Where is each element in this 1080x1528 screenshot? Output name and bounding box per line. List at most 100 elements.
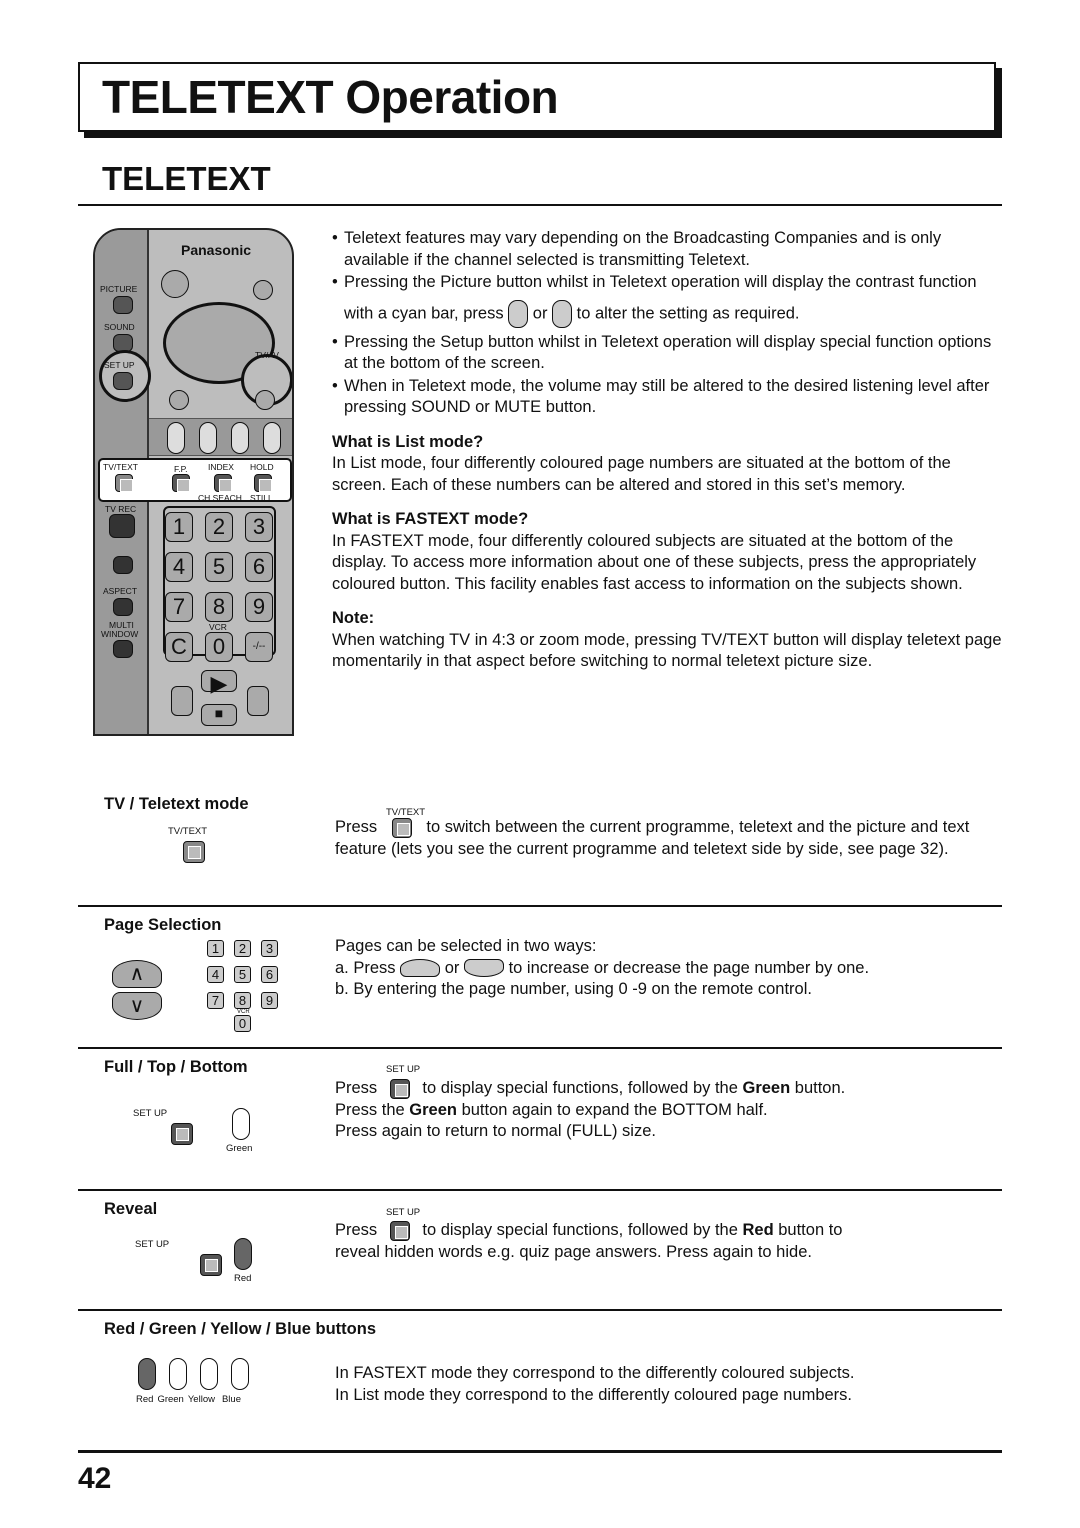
setup-button-icon — [389, 1078, 410, 1099]
tv-button — [169, 390, 189, 410]
divider — [78, 204, 1002, 206]
key-9: 9 — [261, 992, 278, 1009]
brand-logo: Panasonic — [181, 242, 252, 258]
rewind-button — [171, 686, 193, 716]
key-4: 4 — [165, 552, 193, 582]
intro-bullet: When in Teletext mode, the volume may st… — [332, 376, 1004, 419]
list-mode-text: In List mode, four differently coloured … — [332, 454, 951, 494]
minus-button-icon — [508, 299, 529, 328]
down-button-icon — [463, 959, 504, 978]
text: Press — [335, 818, 378, 836]
key-c: C — [165, 632, 193, 662]
play-button: ▶ — [201, 670, 237, 696]
multi-window-button — [113, 640, 133, 658]
setup-button-icon — [389, 1220, 410, 1241]
page-selection-text: Pages can be selected in two ways: a. Pr… — [335, 936, 1005, 1001]
section-heading: TELETEXT — [102, 160, 271, 197]
red-button-icon — [234, 1238, 252, 1270]
tvtext-button-icon — [391, 817, 412, 838]
hold-key — [254, 474, 272, 492]
tvtext-key — [115, 474, 133, 492]
colour-buttons-icon — [138, 1358, 249, 1390]
reveal-title: Reveal — [104, 1200, 158, 1218]
setup-button-icon — [199, 1254, 222, 1276]
intro-bullet: Pressing the Setup button whilst in Tele… — [332, 332, 1004, 375]
blue-label: Blue — [221, 1394, 241, 1405]
text: Red — [742, 1221, 774, 1239]
page-number: 42 — [78, 1462, 112, 1495]
green-button-icon — [232, 1108, 250, 1140]
setup-button-icon — [171, 1123, 194, 1145]
red-button — [167, 422, 185, 454]
power-button — [161, 270, 189, 298]
text: reveal hidden words e.g. quiz page answe… — [335, 1242, 812, 1261]
still-label: STILL — [250, 493, 273, 503]
text: Press — [335, 1221, 378, 1239]
intro-bullet: Pressing the Picture button whilst in Te… — [332, 272, 1004, 294]
record-button — [109, 514, 135, 538]
list-mode-heading: What is List mode? — [332, 432, 484, 451]
text: to increase or decrease the page number … — [508, 958, 870, 977]
blue-button — [263, 422, 281, 454]
text: In FASTEXT mode they correspond to the d… — [335, 1364, 855, 1382]
picture-label: PICTURE — [100, 284, 138, 294]
key-9: 9 — [245, 592, 273, 622]
key-5: 5 — [205, 552, 233, 582]
divider — [78, 1309, 1002, 1311]
fastext-mode-heading: What is FASTEXT mode? — [332, 510, 529, 528]
green-label: Green — [226, 1143, 253, 1154]
key-5: 5 — [234, 966, 251, 983]
note-heading: Note: — [332, 609, 375, 627]
yellow-button-icon — [200, 1358, 218, 1390]
reveal-text: Press to display special functions, foll… — [335, 1220, 1005, 1263]
stop-button: ■ — [201, 704, 237, 726]
key-6: 6 — [245, 552, 273, 582]
text: button to — [778, 1221, 843, 1239]
key-7: 7 — [165, 592, 193, 622]
index-label: INDEX — [208, 462, 234, 472]
note-text: When watching TV in 4:3 or zoom mode, pr… — [332, 630, 1002, 671]
text: button. — [794, 1079, 846, 1097]
text: a. Press — [335, 958, 396, 977]
red-button-icon — [138, 1358, 156, 1390]
aspect-button — [113, 598, 133, 616]
text: button again to expand the BOTTOM half. — [461, 1100, 768, 1119]
text: In List mode they correspond to the diff… — [335, 1385, 853, 1404]
full-top-bottom-text: Press to display special functions, foll… — [335, 1078, 1005, 1143]
setup-label: SET UP — [133, 1108, 168, 1119]
text: Green — [409, 1100, 457, 1119]
colour-buttons-title: Red / Green / Yellow / Blue buttons — [104, 1320, 376, 1338]
key-0: 0 — [205, 632, 233, 662]
tvrec-label: TV REC — [105, 504, 137, 514]
text: with a cyan bar, press — [344, 303, 504, 322]
setup-label: SET UP — [386, 1207, 421, 1218]
key-2: 2 — [234, 940, 251, 957]
down-button-icon: ∨ — [112, 992, 162, 1020]
number-keys-icon: 123 456 789 VCR 0 — [207, 940, 282, 1033]
link-button — [113, 556, 133, 574]
text: to switch between the current programme,… — [335, 818, 970, 858]
green-button — [199, 422, 217, 454]
text: or — [532, 303, 548, 322]
key-2: 2 — [205, 512, 233, 542]
setup-label: SET UP — [386, 1064, 421, 1075]
text: Green — [742, 1079, 791, 1097]
text: or — [444, 958, 460, 977]
divider — [78, 1189, 1002, 1191]
green-button-icon — [169, 1358, 187, 1390]
tvtext-label: TV/TEXT — [103, 462, 138, 472]
tvtext-button-icon — [183, 841, 205, 863]
key-4: 4 — [207, 966, 224, 983]
up-button-icon: ∧ — [112, 960, 162, 988]
key-8: 8 — [234, 992, 251, 1009]
index-key — [214, 474, 232, 492]
setup-label: SET UP — [135, 1239, 170, 1250]
yellow-label: Yellow — [187, 1394, 215, 1405]
colour-labels: Red Green Yellow Blue — [136, 1394, 241, 1405]
fp-label: F.P. — [174, 464, 188, 474]
fast-forward-button — [247, 686, 269, 716]
green-label: Green — [157, 1394, 184, 1405]
mute-button — [253, 280, 273, 300]
aspect-label: ASPECT — [103, 586, 138, 596]
text: Press the — [335, 1100, 405, 1119]
